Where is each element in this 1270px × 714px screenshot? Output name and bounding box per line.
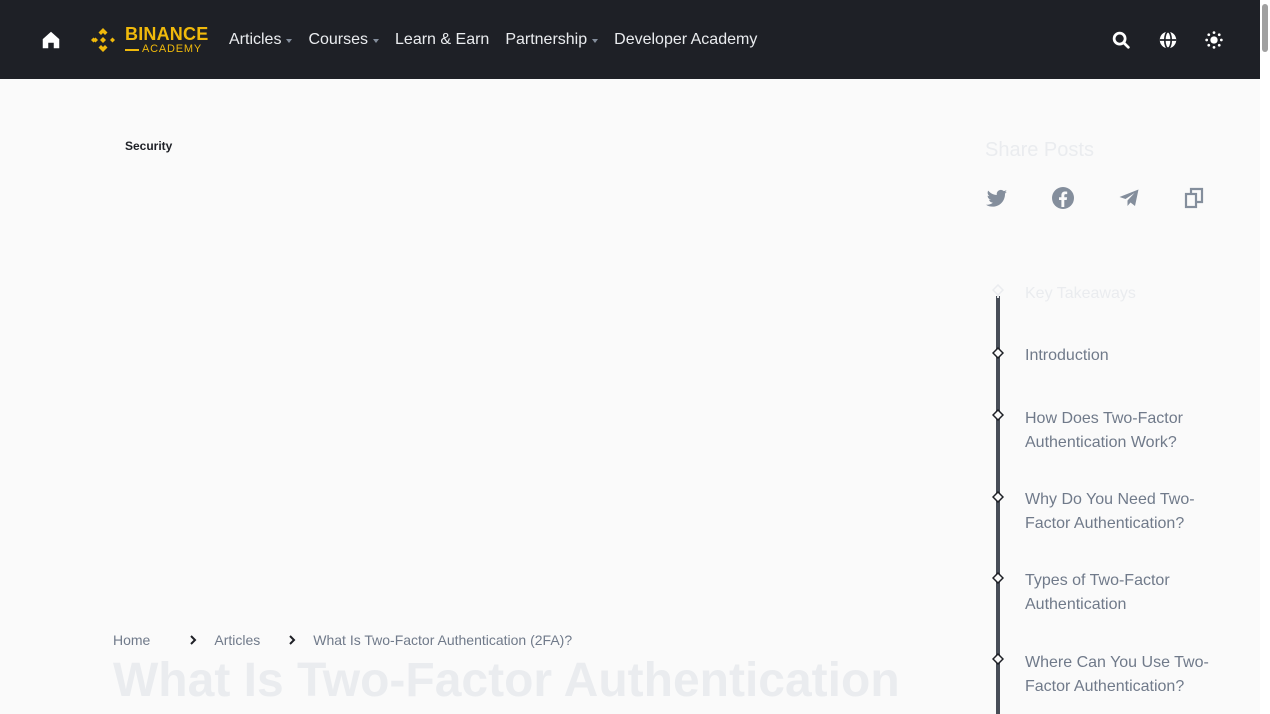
breadcrumb-current: What Is Two-Factor Authentication (2FA)? [313, 632, 573, 648]
nav-developer-academy-label: Developer Academy [614, 31, 758, 48]
main-nav: Articles Courses Learn & Earn Partnershi… [229, 28, 773, 52]
breadcrumb-home[interactable]: Home [113, 632, 150, 648]
logo-brand-text: BINANCE [125, 24, 209, 44]
nav-developer-academy[interactable]: Developer Academy [614, 31, 757, 49]
search-icon[interactable] [1110, 29, 1132, 51]
top-navbar: BINANCE ACADEMY Articles Courses Learn &… [0, 0, 1260, 79]
nav-articles-label: Articles [229, 31, 282, 48]
twitter-icon[interactable] [985, 186, 1009, 210]
toc-item-types-of-2fa[interactable]: Types of Two-Factor Authentication [1025, 569, 1225, 617]
breadcrumb-articles[interactable]: Articles [214, 632, 260, 648]
binance-academy-logo[interactable]: BINANCE ACADEMY [87, 24, 208, 56]
nav-partnership-label: Partnership [505, 31, 588, 48]
toc-diamond-icon [992, 491, 1004, 503]
breadcrumb: Home Articles What Is Two-Factor Authent… [113, 632, 572, 648]
toc-diamond-icon [992, 284, 1004, 296]
toc-item-how-2fa-works[interactable]: How Does Two-Factor Authentication Work? [1025, 407, 1225, 455]
toc-item-key-takeaways[interactable]: Key Takeaways [1025, 282, 1225, 306]
toc-item-why-2fa[interactable]: Why Do You Need Two-Factor Authenticatio… [1025, 488, 1225, 536]
nav-learn-and-earn-label: Learn & Earn [395, 31, 490, 48]
chevron-down-icon [592, 39, 599, 43]
chevron-right-icon [190, 635, 197, 645]
toc-diamond-icon [992, 653, 1004, 665]
nav-learn-and-earn[interactable]: Learn & Earn [395, 31, 489, 49]
toc-diamond-icon [992, 409, 1004, 421]
article-category-tag[interactable]: Security [125, 139, 172, 153]
telegram-icon[interactable] [1117, 186, 1141, 210]
theme-toggle-icon[interactable] [1203, 29, 1225, 51]
share-posts-title: Share Posts [985, 139, 1094, 161]
toc-item-introduction[interactable]: Introduction [1025, 344, 1225, 368]
nav-courses[interactable]: Courses [308, 31, 380, 49]
home-icon[interactable] [40, 29, 62, 51]
binance-logo-icon [91, 28, 115, 52]
copy-link-icon[interactable] [1183, 186, 1207, 210]
globe-icon[interactable] [1157, 29, 1179, 51]
toc-item-where-to-use-2fa[interactable]: Where Can You Use Two-Factor Authenticat… [1025, 651, 1225, 699]
chevron-right-icon [289, 635, 296, 645]
chevron-down-icon [373, 39, 380, 43]
nav-courses-label: Courses [308, 31, 369, 48]
nav-partnership[interactable]: Partnership [505, 31, 599, 49]
scrollbar-thumb[interactable] [1262, 4, 1268, 52]
toc-diamond-icon [992, 572, 1004, 584]
article-title: What Is Two-Factor Authentication [113, 654, 900, 707]
chevron-down-icon [286, 39, 293, 43]
page-scrollbar[interactable] [1260, 0, 1270, 714]
toc-diamond-icon [992, 347, 1004, 359]
facebook-icon[interactable] [1051, 186, 1075, 210]
logo-sub-text: ACADEMY [125, 44, 208, 55]
nav-articles[interactable]: Articles [229, 31, 293, 49]
